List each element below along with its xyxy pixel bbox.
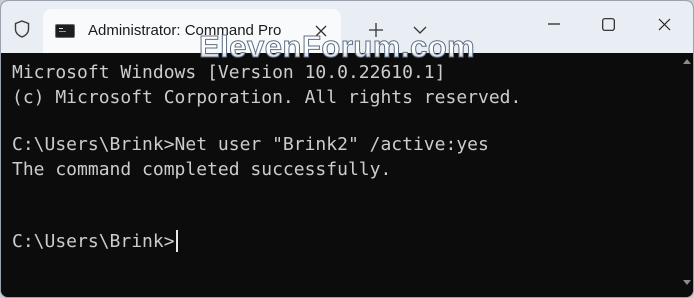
terminal-line: The command completed successfully. [12, 159, 392, 180]
terminal-line: C:\Users\Brink>Net user "Brink2" /active… [12, 134, 489, 155]
close-window-button[interactable] [641, 1, 687, 47]
maximize-button[interactable] [585, 1, 631, 47]
scroll-down-arrow-icon[interactable] [683, 280, 691, 285]
terminal-window: Administrator: Command Pro Microsoft Win… [0, 0, 694, 298]
watermark: ElevenForum.com [198, 29, 476, 65]
close-icon [658, 18, 670, 30]
minimize-icon [548, 23, 560, 25]
text-cursor [175, 230, 178, 252]
terminal-line: (c) Microsoft Corporation. All rights re… [12, 87, 522, 108]
vertical-scrollbar[interactable] [681, 53, 693, 297]
maximize-icon [601, 17, 615, 31]
terminal-prompt: C:\Users\Brink> [12, 231, 175, 252]
minimize-button[interactable] [531, 1, 577, 47]
terminal-output[interactable]: Microsoft Windows [Version 10.0.22610.1]… [1, 53, 693, 297]
command-prompt-icon [55, 24, 75, 38]
shield-icon[interactable] [7, 14, 37, 44]
terminal-prompt-line: C:\Users\Brink> [12, 230, 178, 254]
scroll-up-arrow-icon[interactable] [683, 59, 691, 64]
